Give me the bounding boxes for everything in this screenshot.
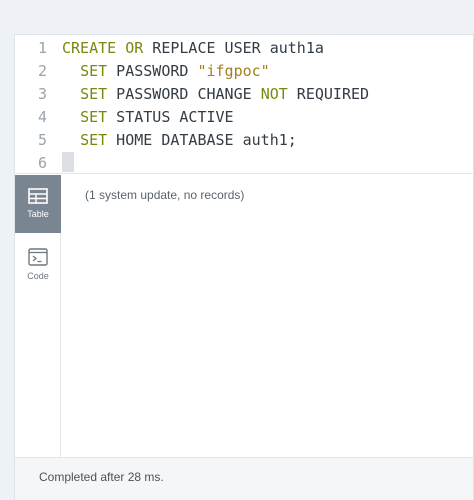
view-sidebar: Table Code — [15, 175, 61, 457]
code-text: SET PASSWORD "ifgpoc" — [62, 60, 270, 83]
completion-status: Completed after 28 ms. — [39, 470, 164, 484]
keyword-token: CREATE — [62, 39, 117, 57]
code-text: SET PASSWORD CHANGE NOT REQUIRED — [62, 83, 369, 106]
line-number: 4 — [37, 108, 47, 126]
table-view-button[interactable]: Table — [15, 175, 61, 233]
code-line[interactable]: 4 SET STATUS ACTIVE — [15, 106, 473, 129]
table-view-label: Table — [27, 209, 49, 219]
keyword-token: SET — [80, 85, 108, 103]
line-number: 5 — [37, 131, 47, 149]
code-icon — [28, 248, 48, 266]
code-text: SET HOME DATABASE auth1; — [62, 129, 297, 152]
text-cursor — [62, 152, 74, 172]
keyword-token: SET — [80, 131, 108, 149]
text-token: REPLACE USER auth1a — [143, 39, 324, 57]
keyword-token: SET — [80, 62, 108, 80]
keyword-token: OR — [125, 39, 144, 57]
text-token: HOME DATABASE auth1; — [107, 131, 297, 149]
line-number: 2 — [37, 62, 47, 80]
query-editor[interactable]: 1 CREATE OR REPLACE USER auth1a 2 SET PASS… — [15, 35, 473, 174]
code-line[interactable]: 2 SET PASSWORD "ifgpoc" — [15, 60, 473, 83]
keyword-token: NOT — [260, 85, 288, 103]
line-number: 3 — [37, 85, 47, 103]
result-message: (1 system update, no records) — [85, 188, 245, 202]
code-view-label: Code — [27, 271, 49, 281]
code-text: SET STATUS ACTIVE — [62, 106, 234, 129]
code-line[interactable]: 3 SET PASSWORD CHANGE NOT REQUIRED — [15, 83, 473, 106]
text-token: PASSWORD — [107, 62, 198, 80]
code-line[interactable]: 6 — [15, 152, 473, 175]
keyword-token: SET — [80, 108, 108, 126]
line-number: 6 — [37, 154, 47, 172]
result-frame: 1 CREATE OR REPLACE USER auth1a 2 SET PASS… — [14, 34, 474, 500]
table-icon — [28, 188, 48, 204]
line-number: 1 — [37, 39, 47, 57]
string-token: "ifgpoc" — [197, 62, 270, 80]
text-token: REQUIRED — [287, 85, 370, 103]
text-token: PASSWORD CHANGE — [107, 85, 261, 103]
code-text: CREATE OR REPLACE USER auth1a — [62, 37, 324, 60]
code-view-button[interactable]: Code — [15, 235, 61, 293]
code-line[interactable]: 5 SET HOME DATABASE auth1; — [15, 129, 473, 152]
code-line[interactable]: 1 CREATE OR REPLACE USER auth1a — [15, 37, 473, 60]
text-token: STATUS ACTIVE — [107, 108, 234, 126]
status-footer: Completed after 28 ms. — [15, 457, 473, 500]
